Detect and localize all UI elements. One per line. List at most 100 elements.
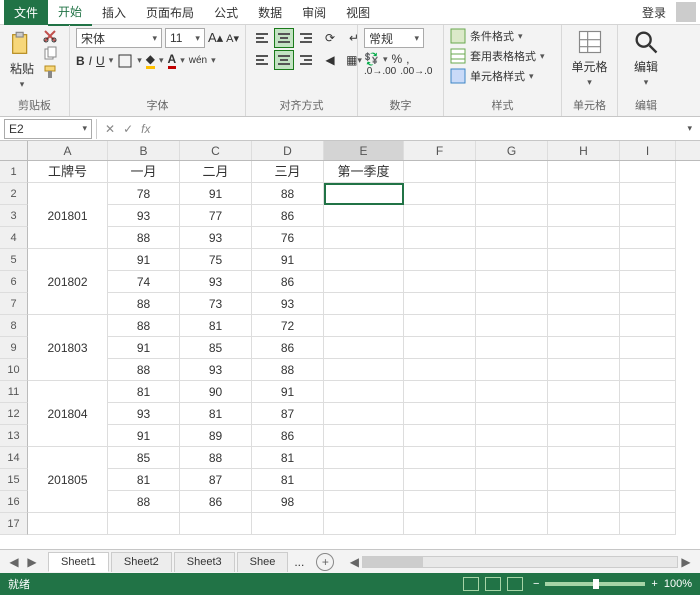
header-cell[interactable] <box>620 161 676 183</box>
data-cell[interactable]: 81 <box>252 447 324 469</box>
col-header-E[interactable]: E <box>324 141 404 160</box>
data-cell[interactable] <box>476 337 548 359</box>
data-cell[interactable] <box>548 205 620 227</box>
data-cell[interactable]: 86 <box>252 205 324 227</box>
data-cell[interactable] <box>28 227 108 249</box>
col-header-C[interactable]: C <box>180 141 252 160</box>
data-cell[interactable]: 81 <box>252 469 324 491</box>
zoom-out-icon[interactable]: − <box>533 578 539 590</box>
data-cell[interactable] <box>324 337 404 359</box>
login-link[interactable]: 登录 <box>636 0 672 25</box>
row-header[interactable]: 14 <box>0 447 28 469</box>
tab-layout[interactable]: 页面布局 <box>136 0 204 25</box>
data-cell[interactable] <box>548 249 620 271</box>
data-cell[interactable] <box>404 183 476 205</box>
data-cell[interactable] <box>548 403 620 425</box>
col-header-I[interactable]: I <box>620 141 676 160</box>
align-top-right[interactable] <box>296 28 316 48</box>
zoom-control[interactable]: − + 100% <box>533 578 692 590</box>
currency-icon[interactable]: 💱 <box>364 52 379 66</box>
phonetic-icon[interactable]: wén <box>189 55 207 66</box>
tab-review[interactable]: 审阅 <box>292 0 336 25</box>
data-cell[interactable] <box>620 337 676 359</box>
data-cell[interactable] <box>324 425 404 447</box>
cell-style-button[interactable]: 单元格样式▾ <box>450 68 555 84</box>
data-cell[interactable] <box>404 337 476 359</box>
col-header-D[interactable]: D <box>252 141 324 160</box>
data-cell[interactable] <box>324 249 404 271</box>
increase-font-icon[interactable]: A▴ <box>208 30 223 46</box>
data-cell[interactable]: 89 <box>180 425 252 447</box>
data-cell[interactable] <box>476 183 548 205</box>
data-cell[interactable] <box>548 315 620 337</box>
data-cell[interactable] <box>548 183 620 205</box>
row-header[interactable]: 8 <box>0 315 28 337</box>
formula-input[interactable] <box>158 119 679 139</box>
data-cell[interactable]: 88 <box>108 227 180 249</box>
data-cell[interactable] <box>324 513 404 535</box>
bold-button[interactable]: B <box>76 54 85 68</box>
data-cell[interactable]: 88 <box>108 293 180 315</box>
decrease-indent-icon[interactable]: ◀ <box>320 50 340 70</box>
data-cell[interactable] <box>324 205 404 227</box>
data-cell[interactable]: 88 <box>108 315 180 337</box>
font-color-icon[interactable]: A <box>168 52 177 69</box>
tab-data[interactable]: 数据 <box>248 0 292 25</box>
conditional-format-button[interactable]: 条件格式▾ <box>450 28 555 44</box>
row-header[interactable]: 12 <box>0 403 28 425</box>
data-cell[interactable] <box>404 513 476 535</box>
data-cell[interactable]: 93 <box>252 293 324 315</box>
increase-decimal-icon[interactable]: .0→.00 <box>364 66 396 77</box>
data-cell[interactable] <box>404 381 476 403</box>
row-header[interactable]: 10 <box>0 359 28 381</box>
data-cell[interactable] <box>476 381 548 403</box>
row-header[interactable]: 4 <box>0 227 28 249</box>
data-cell[interactable]: 98 <box>252 491 324 513</box>
data-cell[interactable] <box>404 491 476 513</box>
data-cell[interactable]: 91 <box>180 183 252 205</box>
data-cell[interactable] <box>548 227 620 249</box>
data-cell[interactable]: 88 <box>252 183 324 205</box>
paste-button[interactable]: 粘贴 ▾ <box>6 28 38 92</box>
header-cell[interactable] <box>404 161 476 183</box>
data-cell[interactable] <box>324 403 404 425</box>
format-painter-icon[interactable] <box>42 64 58 80</box>
decrease-decimal-icon[interactable]: .00→.0 <box>400 66 432 77</box>
row-header[interactable]: 7 <box>0 293 28 315</box>
data-cell[interactable]: 85 <box>108 447 180 469</box>
underline-button[interactable]: U <box>96 54 105 68</box>
data-cell[interactable] <box>620 293 676 315</box>
header-cell[interactable] <box>548 161 620 183</box>
tab-file[interactable]: 文件 <box>4 0 48 25</box>
data-cell[interactable] <box>324 227 404 249</box>
view-break-icon[interactable] <box>507 577 523 591</box>
data-cell[interactable]: 93 <box>108 205 180 227</box>
data-cell[interactable]: 91 <box>252 249 324 271</box>
data-cell[interactable]: 88 <box>108 491 180 513</box>
row-header[interactable]: 2 <box>0 183 28 205</box>
data-cell[interactable] <box>324 293 404 315</box>
add-sheet-button[interactable]: + <box>316 553 334 571</box>
align-top-center[interactable] <box>274 28 294 48</box>
data-cell[interactable] <box>620 183 676 205</box>
sheet-tab[interactable]: Sheet3 <box>174 552 235 572</box>
data-cell[interactable]: 88 <box>252 359 324 381</box>
data-cell[interactable] <box>620 381 676 403</box>
data-cell[interactable] <box>620 403 676 425</box>
data-cell[interactable] <box>476 447 548 469</box>
row-header[interactable]: 3 <box>0 205 28 227</box>
data-cell[interactable] <box>620 205 676 227</box>
data-cell[interactable]: 86 <box>252 271 324 293</box>
data-cell[interactable] <box>476 403 548 425</box>
row-header[interactable]: 15 <box>0 469 28 491</box>
header-cell[interactable]: 第一季度 <box>324 161 404 183</box>
data-cell[interactable] <box>404 315 476 337</box>
data-cell[interactable] <box>476 249 548 271</box>
col-header-F[interactable]: F <box>404 141 476 160</box>
data-cell[interactable]: 201804 <box>28 403 108 425</box>
expand-formula-icon[interactable]: ▾ <box>687 123 692 134</box>
data-cell[interactable] <box>620 249 676 271</box>
cut-icon[interactable] <box>42 28 58 44</box>
view-page-icon[interactable] <box>485 577 501 591</box>
data-cell[interactable] <box>548 469 620 491</box>
